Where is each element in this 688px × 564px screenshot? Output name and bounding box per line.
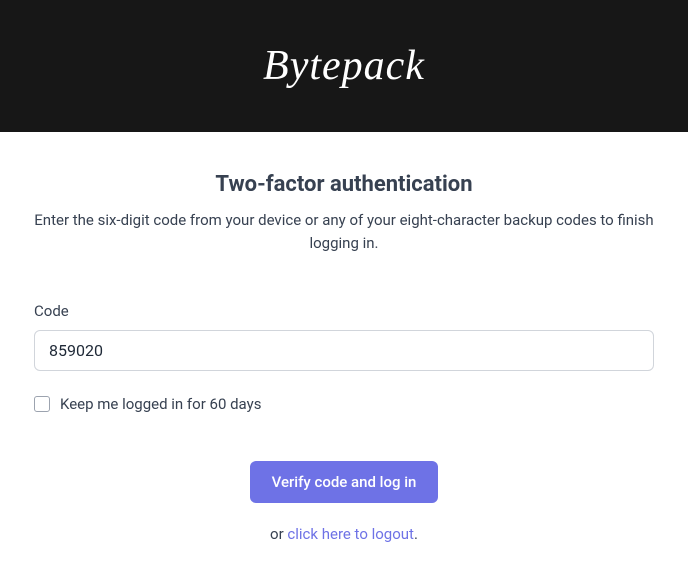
page-subtitle: Enter the six-digit code from your devic… bbox=[34, 209, 654, 254]
main-content: Two-factor authentication Enter the six-… bbox=[0, 132, 688, 543]
brand-logo: Bytepack bbox=[263, 42, 425, 90]
logout-link[interactable]: click here to logout bbox=[287, 525, 414, 543]
logout-row: or click here to logout. bbox=[34, 525, 654, 543]
form-actions: Verify code and log in or click here to … bbox=[34, 461, 654, 543]
code-label: Code bbox=[34, 302, 654, 320]
code-input[interactable] bbox=[34, 330, 654, 371]
remember-label[interactable]: Keep me logged in for 60 days bbox=[60, 395, 261, 413]
remember-row: Keep me logged in for 60 days bbox=[34, 395, 654, 413]
remember-checkbox[interactable] bbox=[34, 396, 50, 412]
app-header: Bytepack bbox=[0, 0, 688, 132]
page-title: Two-factor authentication bbox=[34, 172, 654, 197]
or-text: or bbox=[270, 525, 287, 543]
two-factor-form: Code Keep me logged in for 60 days Verif… bbox=[34, 302, 654, 543]
verify-button[interactable]: Verify code and log in bbox=[250, 461, 439, 503]
period: . bbox=[414, 525, 418, 543]
